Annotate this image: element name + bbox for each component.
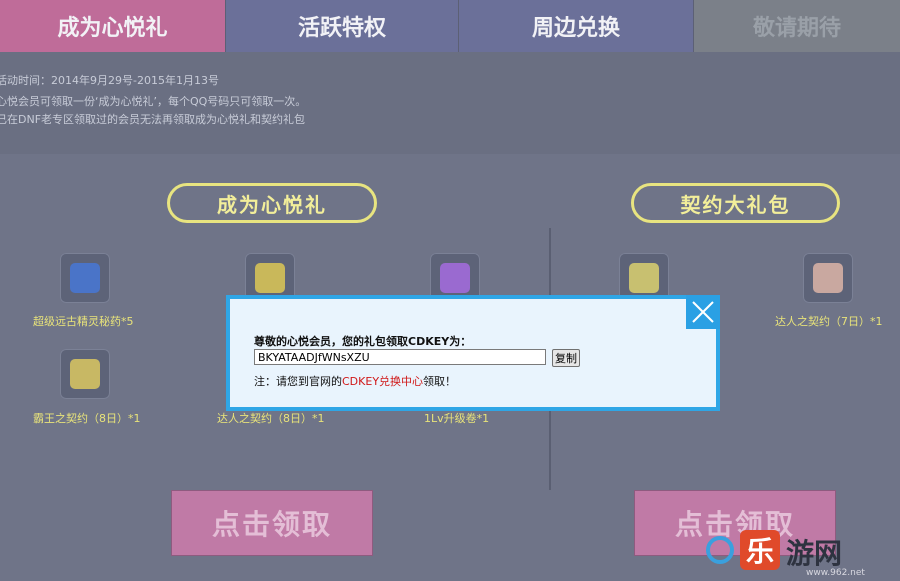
note-prefix: 注：请您到官网的 <box>254 375 342 388</box>
site-url: www.962.net <box>806 568 865 578</box>
item-icon[interactable] <box>60 349 110 399</box>
dialog-title: 尊敬的心悦会员，您的礼包领取CDKEY为： <box>254 335 472 348</box>
tab-bar: 成为心悦礼 活跃特权 周边兑换 敬请期待 <box>0 0 900 52</box>
item-label: 达人之契约（8日）*1 <box>217 412 325 425</box>
item-icon[interactable] <box>60 253 110 303</box>
event-time-text: 活动时间：2014年9月29号-2015年1月13号 <box>0 74 219 87</box>
right-section-title: 契约大礼包 <box>631 183 840 223</box>
tab-active-privileges[interactable]: 活跃特权 <box>226 0 459 52</box>
contract-icon <box>70 359 100 389</box>
dialog-note: 注：请您到官网的CDKEY兑换中心领取！ <box>254 373 456 389</box>
claim-button-left[interactable]: 点击领取 <box>171 490 373 556</box>
event-rule-text: 心悦会员可领取一份‘成为心悦礼’，每个QQ号码只可领取一次。 <box>0 95 307 108</box>
cdkey-field[interactable] <box>254 349 546 365</box>
item-label: 达人之契约（7日）*1 <box>775 315 883 328</box>
event-restriction-text: 已在DNF老专区领取过的会员无法再领取成为心悦礼和契约礼包 <box>0 113 306 126</box>
left-section-title: 成为心悦礼 <box>167 183 377 223</box>
copy-button[interactable]: 复制 <box>552 349 580 367</box>
close-button[interactable] <box>686 295 720 329</box>
box-icon <box>440 263 470 293</box>
tab-merch-exchange[interactable]: 周边兑换 <box>459 0 694 52</box>
ring-logo-icon <box>706 536 734 564</box>
brand-text: 游网 <box>786 537 843 570</box>
item-icon[interactable] <box>803 253 853 303</box>
cdkey-exchange-link[interactable]: CDKEY兑换中心 <box>342 375 423 388</box>
potion-icon <box>70 263 100 293</box>
event-info: 活动时间：2014年9月29号-2015年1月13号 心悦会员可领取一份‘成为心… <box>0 52 900 154</box>
contract-icon <box>255 263 285 293</box>
tab-coming-soon[interactable]: 敬请期待 <box>694 0 900 52</box>
item-label: 1Lv升级卷*1 <box>424 412 490 425</box>
contract-icon <box>629 263 659 293</box>
brand-logo: 乐 <box>740 530 780 570</box>
cdkey-dialog: 尊敬的心悦会员，您的礼包领取CDKEY为： 复制 注：请您到官网的CDKEY兑换… <box>226 295 720 411</box>
contract-icon <box>813 263 843 293</box>
item-label: 超级远古精灵秘药*5 <box>33 315 134 328</box>
close-icon <box>692 301 714 323</box>
note-suffix: 领取！ <box>423 375 457 388</box>
site-watermark: 乐 游网 www.962.net <box>706 524 900 581</box>
tab-become-xinyue-gift[interactable]: 成为心悦礼 <box>0 0 226 52</box>
item-label: 霸王之契约（8日）*1 <box>33 412 141 425</box>
